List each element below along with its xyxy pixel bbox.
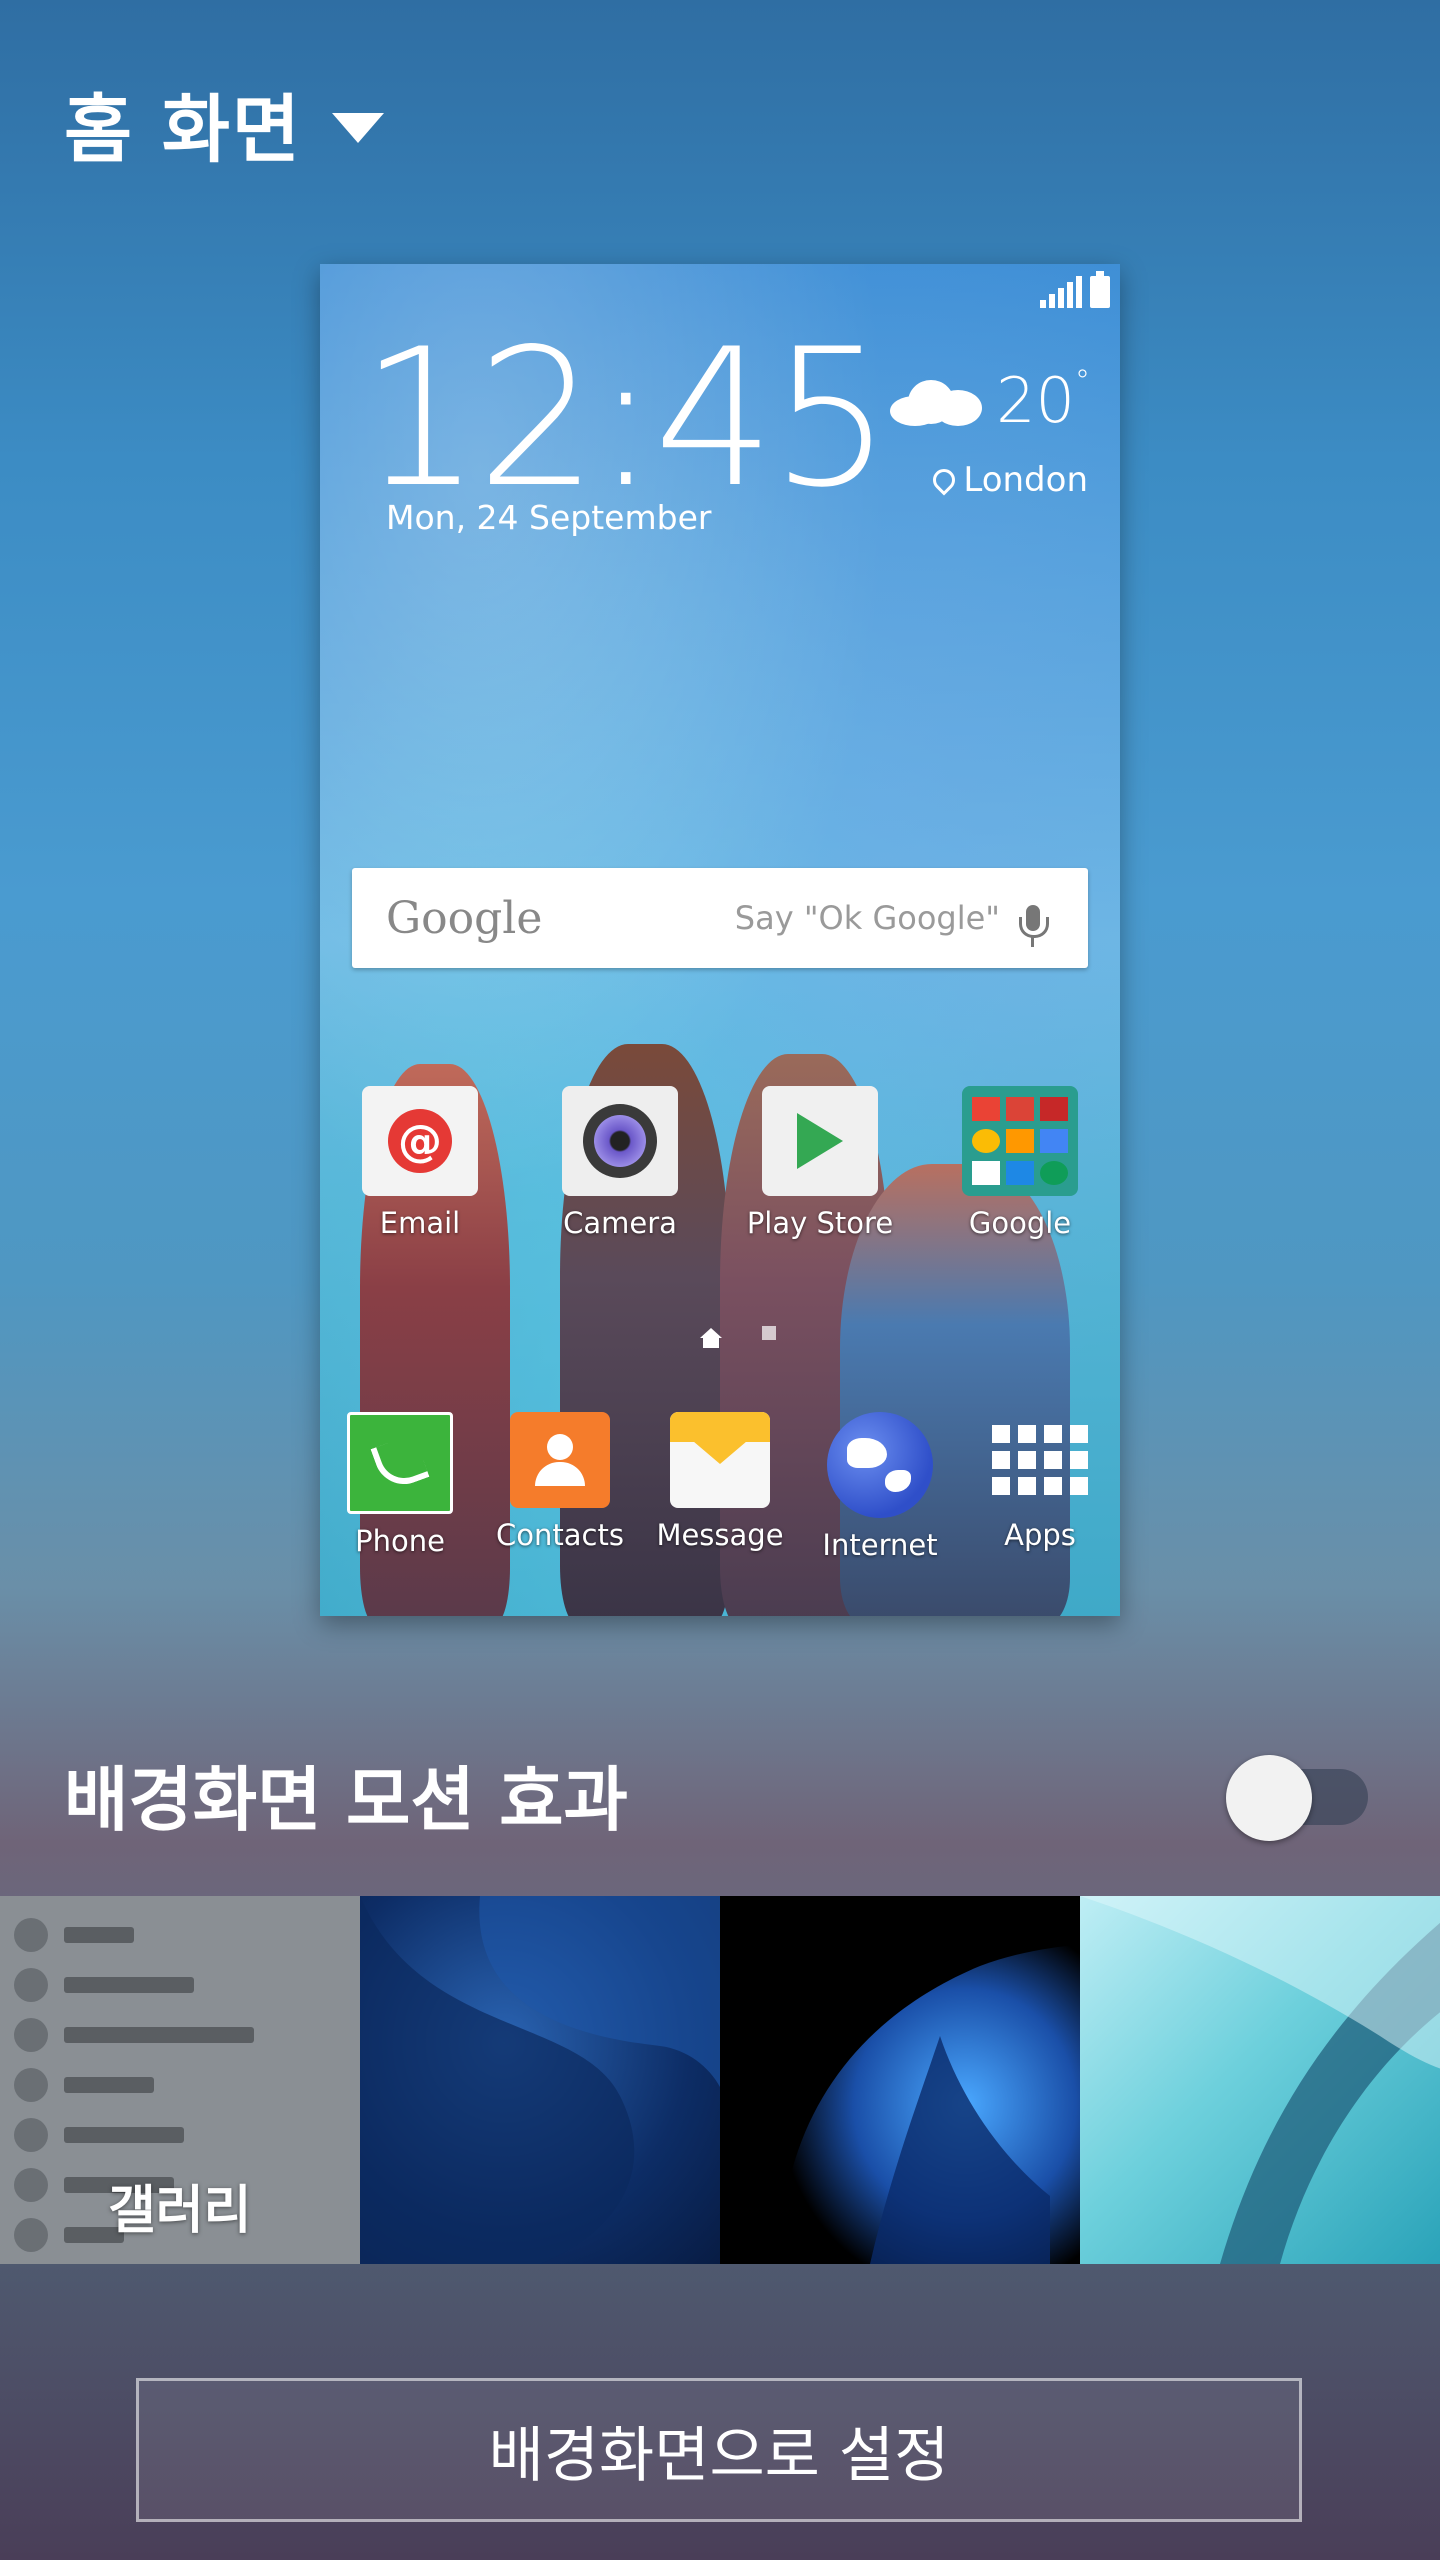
wallpaper-preview: 12:45 Mon, 24 September 20° London Googl…	[320, 264, 1120, 1616]
google-folder-icon	[962, 1086, 1078, 1196]
wallpaper-1-image	[360, 1896, 720, 2264]
app-internet[interactable]: Internet	[805, 1412, 955, 1562]
app-email[interactable]: @ Email	[335, 1086, 505, 1240]
wallpaper-strip: 갤러리	[0, 1896, 1440, 2264]
app-apps[interactable]: Apps	[965, 1412, 1115, 1562]
wallpaper-thumbnail-1[interactable]	[360, 1896, 720, 2264]
temperature: 20°	[996, 364, 1090, 437]
date: Mon, 24 September	[386, 498, 712, 537]
gallery-label: 갤러리	[108, 2181, 252, 2241]
location-pin-icon	[928, 464, 960, 496]
city-name: London	[963, 460, 1088, 500]
wallpaper-3-image	[1080, 1896, 1440, 2264]
dropdown-caret-icon[interactable]	[332, 112, 385, 143]
message-icon	[670, 1412, 770, 1508]
set-wallpaper-button[interactable]: 배경화면으로 설정	[136, 2378, 1302, 2522]
set-wallpaper-label: 배경화면으로 설정	[488, 2420, 950, 2491]
email-icon: @	[362, 1086, 478, 1196]
signal-icon	[1040, 276, 1082, 308]
status-bar	[1040, 271, 1110, 308]
contacts-icon	[510, 1412, 610, 1508]
play-store-icon	[762, 1086, 878, 1196]
home-page-icon	[700, 1328, 722, 1348]
apps-grid-icon	[992, 1412, 1088, 1508]
gallery-thumbnail[interactable]: 갤러리	[0, 1896, 360, 2264]
motion-effect-label: 배경화면 모션 효과	[64, 1759, 628, 1841]
weather-widget: 20°	[890, 364, 1090, 437]
clock: 12:45	[360, 308, 892, 529]
app-camera[interactable]: Camera	[535, 1086, 705, 1240]
app-dock: Phone Contacts Message Internet Apps	[320, 1412, 1120, 1562]
app-phone[interactable]: Phone	[325, 1412, 475, 1562]
home-screen-dropdown[interactable]: 홈 화면	[64, 70, 385, 177]
app-google-folder[interactable]: Google	[935, 1086, 1105, 1240]
google-search-bar[interactable]: Google Say "Ok Google"	[352, 868, 1088, 968]
mic-icon[interactable]	[1000, 885, 1066, 951]
page-title: 홈 화면	[64, 87, 303, 173]
google-logo: Google	[386, 892, 543, 944]
motion-effect-toggle[interactable]	[1226, 1754, 1376, 1841]
weather-location: London	[928, 460, 1088, 500]
internet-globe-icon	[827, 1412, 933, 1518]
app-contacts[interactable]: Contacts	[485, 1412, 635, 1562]
page-dot	[762, 1326, 776, 1340]
app-play-store[interactable]: Play Store	[735, 1086, 905, 1240]
app-row-1: @ Email Camera Play Store Google	[320, 1086, 1120, 1240]
battery-icon	[1090, 271, 1110, 308]
search-hint: Say "Ok Google"	[734, 899, 1000, 937]
cloud-icon	[890, 376, 983, 426]
camera-icon	[562, 1086, 678, 1196]
phone-icon	[347, 1412, 453, 1514]
page-indicator	[700, 1326, 776, 1348]
motion-effect-row: 배경화면 모션 효과	[64, 1744, 1376, 1845]
wallpaper-thumbnail-3[interactable]	[1080, 1896, 1440, 2264]
app-message[interactable]: Message	[645, 1412, 795, 1562]
wallpaper-2-image	[780, 1944, 1080, 2264]
wallpaper-thumbnail-2[interactable]	[720, 1896, 1080, 2264]
